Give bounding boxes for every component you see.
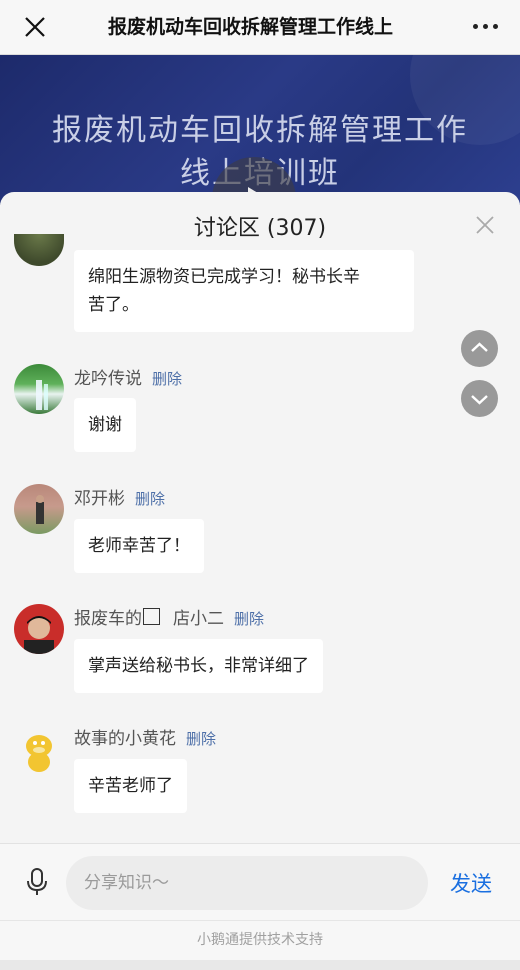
avatar[interactable] <box>14 724 64 774</box>
username[interactable]: 故事的小黄花 删除 <box>74 724 216 749</box>
username-text[interactable]: 故事的小黄花 <box>74 729 176 749</box>
message-bubble: 绵阳生源物资已完成学习！秘书长辛 苦了。 <box>74 250 414 332</box>
footer-credit: 小鹅通提供技术支持 <box>0 920 520 961</box>
message-bubble: 辛苦老师了 <box>74 759 187 813</box>
chevron-up-icon[interactable] <box>461 330 498 367</box>
composer-bar: 发送 <box>0 843 520 921</box>
close-icon[interactable] <box>22 14 48 40</box>
avatar[interactable] <box>14 234 64 266</box>
top-bar: 报废机动车回收拆解管理工作线上 <box>0 0 520 55</box>
panel-header: 讨论区 (307) <box>0 192 520 252</box>
message-bubble: 谢谢 <box>74 398 136 452</box>
more-dots-icon[interactable] <box>473 24 498 29</box>
message-text: 绵阳生源物资已完成学习！秘书长辛 <box>88 267 360 287</box>
avatar[interactable] <box>14 484 64 534</box>
delete-link[interactable]: 删除 <box>152 370 182 388</box>
microphone-icon[interactable] <box>24 867 50 897</box>
close-icon[interactable] <box>476 216 494 234</box>
send-button[interactable]: 发送 <box>450 868 492 898</box>
discussion-title: 讨论区 (307) <box>193 216 327 241</box>
video-player[interactable]: 报废机动车回收拆解管理工作 线上培训班 <box>0 55 520 205</box>
username-text[interactable]: 报废车的 <box>74 609 142 629</box>
username[interactable]: 龙吟传说 删除 <box>74 364 182 389</box>
username[interactable]: 邓开彬 删除 <box>74 484 165 509</box>
page-title: 报废机动车回收拆解管理工作线上 <box>108 16 394 38</box>
message-bubble: 老师幸苦了！ <box>74 519 204 573</box>
missing-glyph-box <box>143 608 160 625</box>
username-text[interactable]: 邓开彬 <box>74 489 125 509</box>
delete-link[interactable]: 删除 <box>135 490 165 508</box>
username-text[interactable]: 店小二 <box>173 609 224 629</box>
username-text[interactable]: 龙吟传说 <box>74 369 142 389</box>
avatar[interactable] <box>14 604 64 654</box>
message-bubble: 掌声送给秘书长，非常详细了 <box>74 639 323 693</box>
message-text: 苦了。 <box>88 295 139 315</box>
delete-link[interactable]: 删除 <box>186 730 216 748</box>
comment-input[interactable] <box>66 856 428 910</box>
chevron-down-icon[interactable] <box>461 380 498 417</box>
avatar[interactable] <box>14 364 64 414</box>
username[interactable]: 报废车的 店小二 删除 <box>74 604 264 629</box>
video-title-line1: 报废机动车回收拆解管理工作 <box>52 113 468 148</box>
bottom-strip <box>0 960 520 970</box>
delete-link[interactable]: 删除 <box>234 610 264 628</box>
